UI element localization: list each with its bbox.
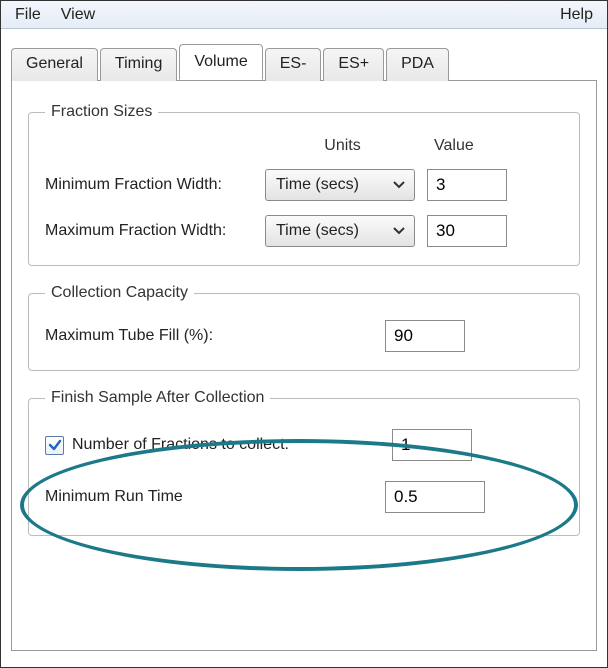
value-header: Value [420,137,520,155]
menu-help[interactable]: Help [550,4,603,26]
collection-capacity-legend: Collection Capacity [45,284,194,302]
min-run-time-row: Minimum Run Time [45,481,563,513]
num-fractions-input[interactable] [392,429,472,461]
max-fraction-value-input[interactable] [427,215,507,247]
volume-panel: Fraction Sizes Units Value Minimum Fract… [11,81,597,651]
tab-timing[interactable]: Timing [100,48,177,81]
chevron-down-icon [390,227,408,235]
tab-volume[interactable]: Volume [179,44,262,80]
min-run-time-input[interactable] [385,481,485,513]
tab-es-plus[interactable]: ES+ [323,48,384,81]
menubar: File View Help [1,1,607,29]
fraction-sizes-group: Fraction Sizes Units Value Minimum Fract… [28,103,580,266]
menu-file[interactable]: File [5,4,51,26]
min-fraction-value-input[interactable] [427,169,507,201]
chevron-down-icon [390,181,408,189]
units-header: Units [265,137,420,155]
max-tube-fill-input[interactable] [385,320,465,352]
max-fraction-row: Maximum Fraction Width: Time (secs) [45,215,563,247]
num-fractions-label: Number of Fractions to collect: [72,436,392,454]
max-fraction-units-value: Time (secs) [276,222,359,240]
num-fractions-checkbox[interactable] [45,436,64,455]
max-tube-fill-row: Maximum Tube Fill (%): [45,320,563,352]
tab-general[interactable]: General [11,48,98,81]
tabbar: General Timing Volume ES- ES+ PDA [11,43,597,81]
tab-es-minus[interactable]: ES- [265,48,322,81]
check-icon [48,438,62,452]
menu-view[interactable]: View [51,4,105,26]
min-fraction-label: Minimum Fraction Width: [45,176,265,194]
settings-window: File View Help General Timing Volume ES-… [0,0,608,668]
finish-sample-legend: Finish Sample After Collection [45,389,270,407]
num-fractions-row: Number of Fractions to collect: [45,429,563,461]
min-run-time-label: Minimum Run Time [45,488,385,506]
max-fraction-units-combo[interactable]: Time (secs) [265,215,415,247]
tab-pda[interactable]: PDA [386,48,449,81]
min-fraction-units-value: Time (secs) [276,176,359,194]
max-fraction-label: Maximum Fraction Width: [45,222,265,240]
fraction-sizes-legend: Fraction Sizes [45,103,158,121]
finish-sample-group: Finish Sample After Collection Number of… [28,389,580,536]
fraction-sizes-header: Units Value [45,137,563,155]
collection-capacity-group: Collection Capacity Maximum Tube Fill (%… [28,284,580,371]
min-fraction-row: Minimum Fraction Width: Time (secs) [45,169,563,201]
max-tube-fill-label: Maximum Tube Fill (%): [45,327,385,345]
min-fraction-units-combo[interactable]: Time (secs) [265,169,415,201]
